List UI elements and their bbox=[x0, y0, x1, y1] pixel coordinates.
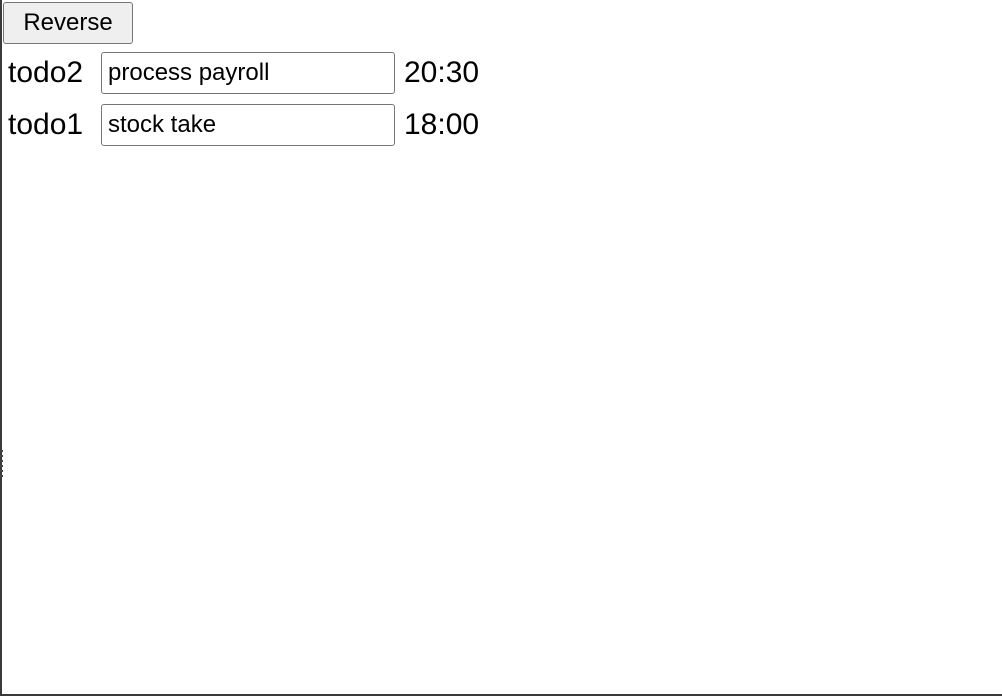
todo-text-input[interactable] bbox=[101, 52, 395, 94]
todo-time-label: 20:30 bbox=[404, 56, 480, 89]
todo-time-label: 18:00 bbox=[404, 108, 480, 141]
todo-row: todo1 18:00 bbox=[8, 103, 479, 147]
todo-text-input[interactable] bbox=[101, 104, 395, 146]
todo-row: todo2 20:30 bbox=[8, 51, 479, 95]
reverse-button[interactable]: Reverse bbox=[3, 2, 133, 44]
resize-grip-icon[interactable] bbox=[0, 450, 3, 480]
todo-id-label: todo1 bbox=[8, 108, 84, 141]
todo-id-label: todo2 bbox=[8, 56, 84, 89]
